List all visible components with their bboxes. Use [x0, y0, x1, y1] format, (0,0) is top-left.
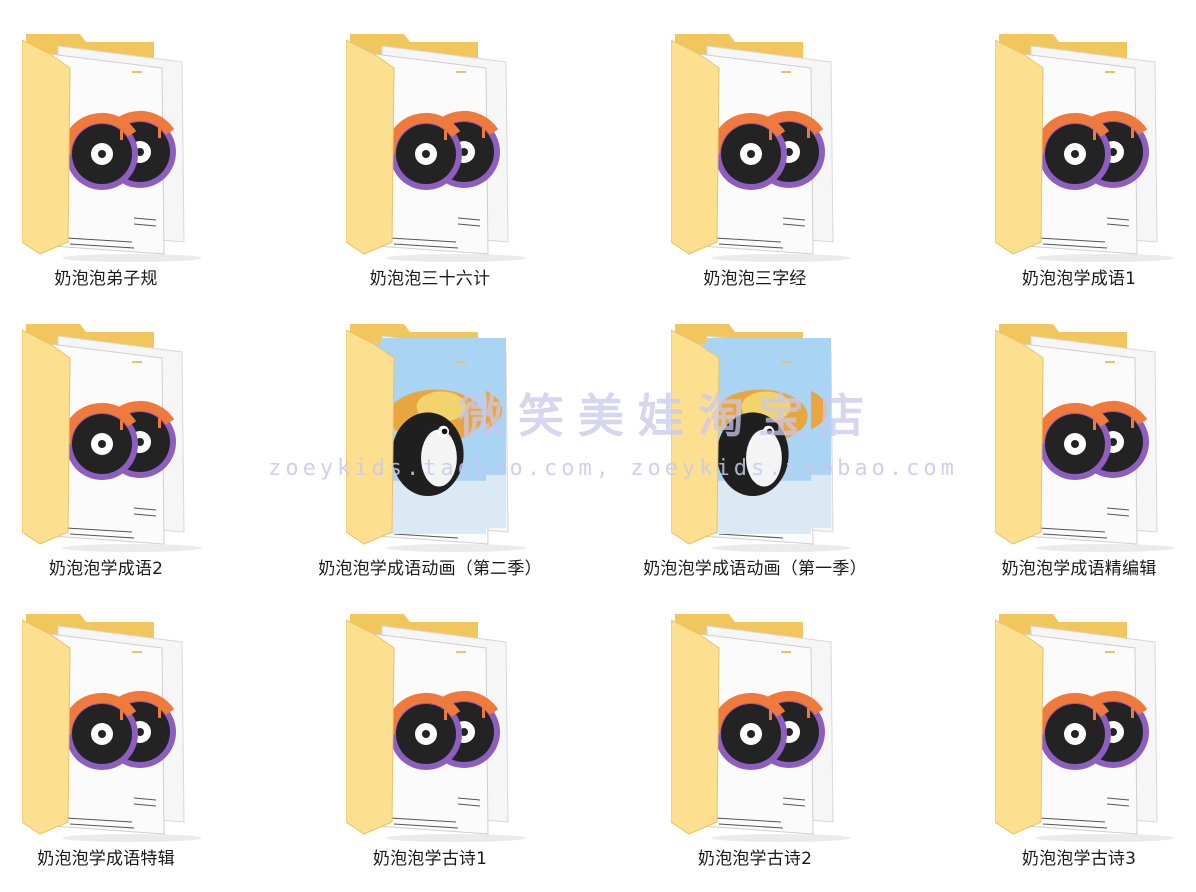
folder-item[interactable]: 奶泡泡学成语动画（第一季）: [605, 322, 905, 602]
folder-item[interactable]: 奶泡泡学成语1: [929, 32, 1196, 312]
folder-icon: [22, 614, 202, 842]
folder-item[interactable]: 奶泡泡三字经: [605, 32, 905, 312]
folder-icon: [671, 324, 851, 552]
folder-icon: [346, 34, 526, 262]
folder-icon: [22, 324, 202, 552]
folder-icon: [995, 34, 1175, 262]
folder-label: 奶泡泡学古诗3: [1021, 849, 1137, 869]
folder-label: 奶泡泡学成语特辑: [37, 849, 175, 869]
folder-label: 奶泡泡弟子规: [54, 269, 158, 289]
folder-icon: [22, 34, 202, 262]
folder-label: 奶泡泡学成语2: [48, 559, 164, 579]
folder-icon: [995, 614, 1175, 842]
folder-item[interactable]: 奶泡泡三十六计: [280, 32, 580, 312]
folder-label: 奶泡泡三十六计: [369, 269, 491, 289]
folder-icon: [671, 34, 851, 262]
folder-icon: [346, 614, 526, 842]
folder-item[interactable]: 奶泡泡学成语精编辑: [929, 322, 1196, 602]
folder-label: 奶泡泡学成语1: [1021, 269, 1137, 289]
folder-item[interactable]: 奶泡泡学古诗1: [280, 612, 580, 892]
folder-item[interactable]: 奶泡泡学古诗3: [929, 612, 1196, 892]
folder-item[interactable]: 奶泡泡学成语2: [0, 322, 256, 602]
folder-label: 奶泡泡学古诗1: [372, 849, 488, 869]
folder-item[interactable]: 奶泡泡弟子规: [0, 32, 256, 312]
folder-item[interactable]: 奶泡泡学古诗2: [605, 612, 905, 892]
folder-grid: 奶泡泡弟子规 奶泡泡三十六计 奶泡泡三字经 奶泡泡学成语1 奶泡泡学成语2 奶泡…: [0, 0, 1196, 889]
folder-item[interactable]: 奶泡泡学成语动画（第二季）: [280, 322, 580, 602]
folder-icon: [995, 324, 1175, 552]
folder-icon: [671, 614, 851, 842]
folder-label: 奶泡泡学成语动画（第一季）: [643, 559, 867, 579]
folder-label: 奶泡泡三字经: [703, 269, 807, 289]
folder-label: 奶泡泡学成语动画（第二季）: [318, 559, 542, 579]
folder-icon: [346, 324, 526, 552]
folder-label: 奶泡泡学成语精编辑: [1001, 559, 1157, 579]
folder-item[interactable]: 奶泡泡学成语特辑: [0, 612, 256, 892]
folder-label: 奶泡泡学古诗2: [697, 849, 813, 869]
